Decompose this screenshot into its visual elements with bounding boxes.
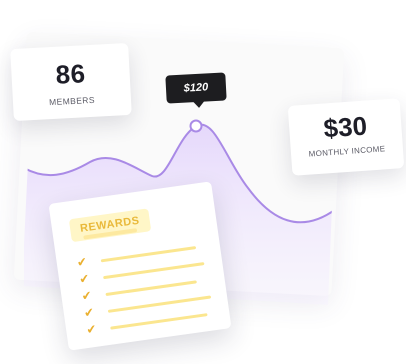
illustration-scene: $120 86 MEMBERS $30 MONTHLY INCOME REWAR…	[0, 0, 406, 364]
check-icon: ✔	[78, 271, 91, 287]
check-icon: ✔	[75, 254, 88, 270]
chart-point-marker	[189, 119, 203, 133]
price-tooltip: $120	[165, 72, 227, 104]
price-tooltip-value: $120	[183, 81, 209, 95]
check-icon: ✔	[85, 321, 98, 338]
check-icon: ✔	[83, 304, 95, 321]
members-card: 86 MEMBERS	[10, 42, 132, 122]
check-icon: ✔	[80, 288, 93, 304]
rewards-card: REWARDS ✔ ✔ ✔ ✔ ✔	[48, 181, 232, 351]
monthly-income-value: $30	[322, 110, 368, 144]
members-count: 86	[54, 58, 87, 90]
members-label: MEMBERS	[48, 94, 96, 108]
monthly-income-card: $30 MONTHLY INCOME	[287, 98, 405, 176]
rewards-title: REWARDS	[68, 208, 151, 243]
